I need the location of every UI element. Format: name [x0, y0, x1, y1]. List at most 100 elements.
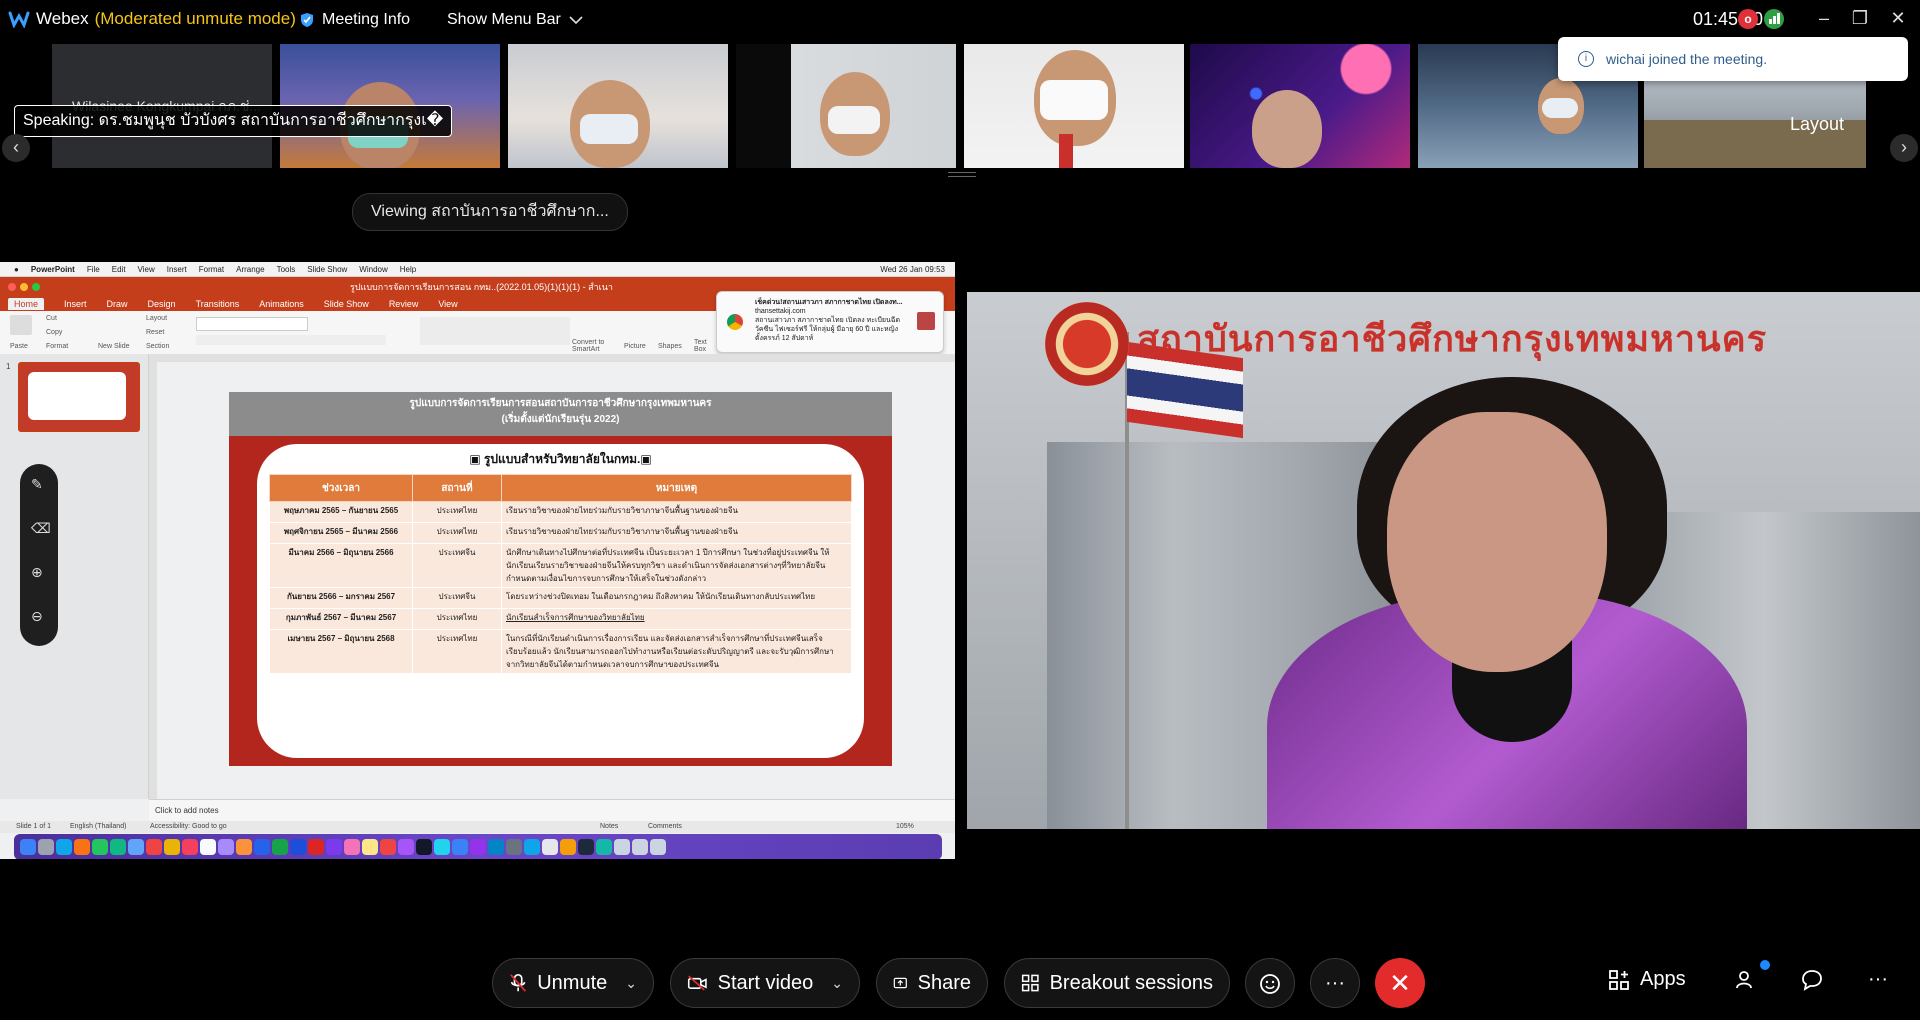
slide: รูปแบบการจัดการเรียนการสอนสถาบันการอาชีว…: [229, 392, 892, 766]
share-button[interactable]: Share: [876, 958, 988, 1008]
share-screen-icon: [893, 977, 907, 989]
table-row: กันยายน 2566 – มกราคม 2567 ประเทศจีน โดย…: [269, 587, 852, 609]
apps-button[interactable]: Apps: [1608, 968, 1686, 991]
leave-meeting-button[interactable]: ✕: [1375, 958, 1425, 1008]
menu-item: Edit: [111, 264, 126, 274]
chevron-down-icon[interactable]: ⌄: [625, 975, 637, 992]
menu-item: View: [137, 264, 155, 274]
col-header: สถานที่: [412, 474, 502, 502]
join-notification: i wichai joined the meeting.: [1558, 37, 1908, 81]
copy-label: Copy: [46, 329, 63, 336]
more-options-button[interactable]: ···: [1310, 958, 1360, 1008]
paragraph-buttons: [420, 317, 570, 345]
participant-thumbnail[interactable]: [964, 44, 1184, 168]
meeting-info-label: Meeting Info: [322, 11, 411, 28]
start-video-button[interactable]: Start video ⌄: [670, 958, 860, 1008]
mac-menubar: ● PowerPoint File Edit View Insert Forma…: [0, 262, 955, 277]
ruler-top: [149, 354, 955, 362]
participant-thumbnail[interactable]: [508, 44, 728, 168]
note-cell: นักเรียนสำเร็จการศึกษาของวิทยาลัยไทย: [501, 608, 852, 630]
show-menu-bar-button[interactable]: Show Menu Bar: [447, 11, 583, 29]
minimize-window-icon[interactable]: –: [1812, 6, 1836, 30]
app-name: Webex: [36, 9, 89, 28]
period-cell: มีนาคม 2566 – มิถุนายน 2566: [269, 543, 413, 588]
recording-indicator-icon[interactable]: o: [1738, 9, 1758, 29]
video-off-icon: [687, 975, 707, 991]
menu-item: Insert: [166, 264, 187, 274]
institute-seal-icon: [1045, 302, 1129, 386]
tab-home: Home: [8, 298, 45, 310]
tab-view: View: [438, 299, 458, 309]
smiley-icon: [1260, 973, 1280, 994]
place-cell: ประเทศจีน: [412, 587, 502, 609]
shapes-label: Shapes: [658, 343, 682, 350]
participants-icon: [1736, 971, 1752, 989]
place-cell: ประเทศไทย: [412, 629, 502, 674]
slide-number: 1: [6, 362, 11, 371]
note-cell: โดยระหว่างช่วงปิดเทอม ในเดือนกรกฎาคม ถึง…: [501, 587, 852, 609]
unmute-button[interactable]: Unmute ⌄: [492, 958, 654, 1008]
accessibility-label: Accessibility: Good to go: [150, 823, 227, 830]
participant-thumbnail[interactable]: [736, 44, 956, 168]
tab-slide-show: Slide Show: [323, 299, 369, 309]
active-speaker-video[interactable]: สถาบันการอาชีวศึกษากรุงเทพมหานคร: [967, 292, 1920, 829]
menu-item: PowerPoint: [30, 264, 75, 274]
cut-label: Cut: [46, 315, 57, 322]
filmstrip-prev-button[interactable]: ‹: [2, 134, 30, 162]
participants-button[interactable]: [1734, 968, 1758, 992]
microphone-muted-icon: [510, 973, 527, 992]
place-cell: ประเทศไทย: [412, 501, 502, 523]
chrome-notification: เช็คด่วน!สถานเสาวภา สภากาชาดไทย เปิดลงท.…: [716, 291, 944, 353]
menu-item: Slide Show: [307, 264, 348, 274]
filmstrip-next-button[interactable]: ›: [1890, 134, 1918, 162]
reactions-button[interactable]: [1245, 958, 1295, 1008]
new-slide-label: New Slide: [98, 343, 130, 350]
popup-title: เช็คด่วน!สถานเสาวภา สภากาชาดไทย เปิดลงท.…: [755, 299, 903, 306]
zoom-in-icon: ⊕: [31, 564, 43, 580]
title-bar: Webex (Moderated unmute mode) Meeting In…: [0, 0, 1920, 42]
table-row: กุมภาพันธ์ 2567 – มีนาคม 2567 ประเทศไทย …: [269, 608, 852, 630]
zoom-out-icon: ⊖: [31, 608, 43, 624]
chevron-down-icon[interactable]: ⌄: [831, 975, 843, 992]
popup-body: สถานเสาวภา สภากาชาดไทย เปิดลง ทะเบียนฉีด…: [755, 317, 901, 342]
ppt-statusbar: Slide 1 of 1 English (Thailand) Accessib…: [0, 821, 955, 833]
meeting-info-button[interactable]: Meeting Info: [300, 11, 410, 29]
language-label: English (Thailand): [70, 823, 127, 830]
table-row: พฤษภาคม 2565 – กันยายน 2565 ประเทศไทย เร…: [269, 501, 852, 523]
join-notification-text: wichai joined the meeting.: [1606, 51, 1768, 67]
period-cell: เมษายน 2567 – มิถุนายน 2568: [269, 629, 413, 674]
slide-title: รูปแบบการจัดการเรียนการสอนสถาบันการอาชีว…: [409, 398, 712, 409]
window-controls: [8, 283, 40, 291]
start-video-label: Start video: [717, 971, 814, 994]
layout-label: Layout: [146, 315, 168, 322]
slide-header: รูปแบบการจัดการเรียนการสอนสถาบันการอาชีว…: [229, 392, 892, 436]
period-cell: พฤศจิกายน 2565 – มีนาคม 2566: [269, 522, 413, 544]
eraser-icon: ⌫: [31, 520, 51, 536]
comments-button: Comments: [648, 823, 682, 830]
popup-source: thansettakij.com: [755, 308, 806, 315]
participant-thumbnail[interactable]: [1190, 44, 1410, 168]
paste-icon: [10, 315, 32, 335]
period-cell: พฤษภาคม 2565 – กันยายน 2565: [269, 501, 413, 523]
note-cell: ในกรณีที่นักเรียนดำเนินการเรื่องการเรียน…: [501, 629, 852, 674]
more-panels-icon[interactable]: ···: [1868, 968, 1888, 991]
filmstrip-resize-handle[interactable]: [948, 172, 976, 177]
chat-button[interactable]: [1800, 968, 1824, 992]
apps-label: Apps: [1640, 968, 1686, 990]
breakout-sessions-button[interactable]: Breakout sessions: [1004, 958, 1230, 1008]
convert-smartart-label: Convert to SmartArt: [572, 339, 605, 353]
annotation-toolbar: ✎ ⌫ ⊕ ⊖: [20, 464, 58, 646]
apple-icon: ●: [14, 264, 19, 274]
menu-item: Help: [399, 264, 417, 274]
restore-window-icon[interactable]: ❐: [1848, 6, 1872, 30]
close-window-icon[interactable]: ✕: [1886, 6, 1910, 30]
unmute-label: Unmute: [537, 971, 608, 994]
network-health-icon[interactable]: [1764, 9, 1784, 29]
slide-thumbnail: [18, 362, 140, 432]
note-cell: นักศึกษาเดินทางไปศึกษาต่อที่ประเทศจีน เป…: [501, 543, 852, 588]
viewing-share-label[interactable]: Viewing สถาบันการอาชีวศึกษาก...: [352, 193, 628, 231]
shared-screen: ● PowerPoint File Edit View Insert Forma…: [0, 262, 955, 859]
layout-button[interactable]: Layout: [1790, 114, 1844, 135]
mac-clock: Wed 26 Jan 09:53: [880, 264, 945, 274]
meeting-controls: Unmute ⌄ Start video ⌄ Share Breakout se…: [0, 950, 1920, 1020]
